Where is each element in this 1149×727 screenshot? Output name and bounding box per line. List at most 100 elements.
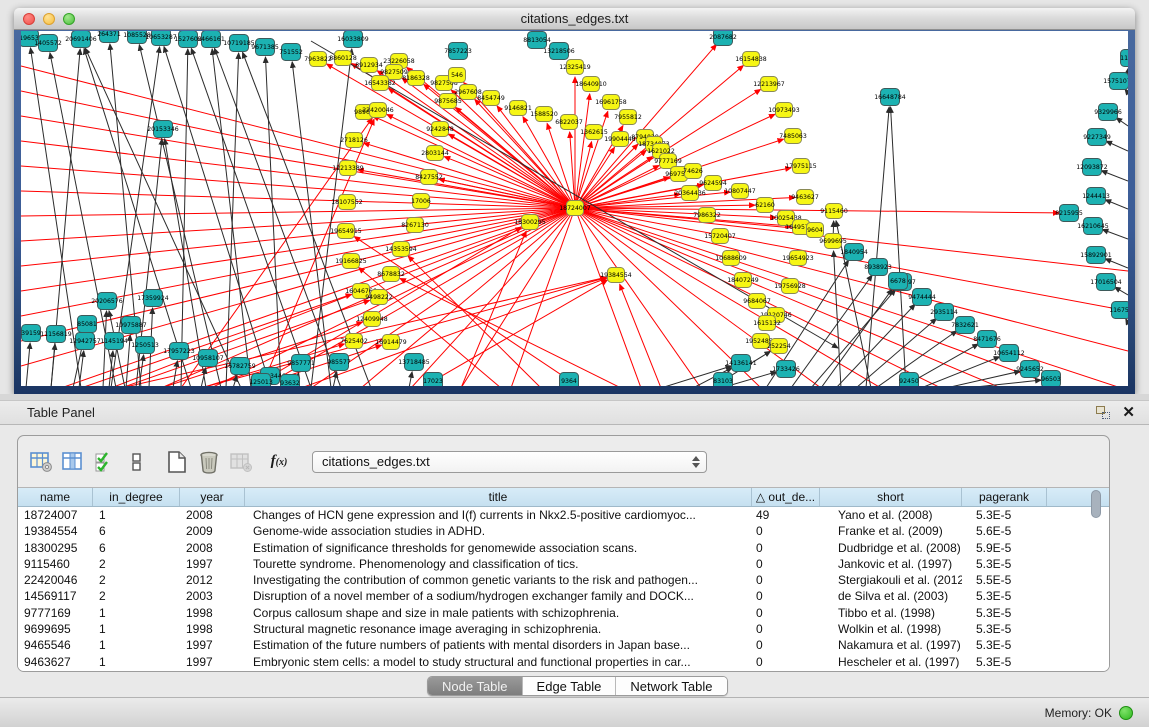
graph-node[interactable]: 39159 <box>21 325 41 342</box>
graph-node[interactable]: 9115460 <box>820 204 848 219</box>
graph-edge[interactable] <box>1101 171 1128 181</box>
graph-node[interactable]: 6678 <box>889 273 908 290</box>
graph-node[interactable]: 20364436 <box>674 186 706 201</box>
graph-node[interactable]: 8215955 <box>1055 205 1083 222</box>
graph-node[interactable]: 9857771 <box>287 355 315 372</box>
graph-node[interactable]: 17006 <box>411 194 431 209</box>
graph-node[interactable]: 11172 <box>1120 50 1128 67</box>
function-builder-icon[interactable]: f(x) <box>266 449 292 475</box>
graph-edge[interactable] <box>575 94 590 208</box>
graph-edge[interactable] <box>575 208 1121 386</box>
graph-node[interactable]: 7485063 <box>779 129 807 144</box>
graph-node[interactable]: 2935114 <box>930 304 958 321</box>
graph-node[interactable]: 17023 <box>423 373 443 387</box>
graph-edge[interactable] <box>575 208 641 386</box>
table-row[interactable]: 946554611997Estimation of the future num… <box>18 637 1109 653</box>
graph-node[interactable]: 7832621 <box>951 317 979 334</box>
graph-node[interactable]: 7625402 <box>340 334 368 349</box>
graph-node[interactable]: 12325419 <box>559 60 591 75</box>
graph-node[interactable]: 9364 <box>560 373 579 387</box>
graph-node[interactable]: 19166825 <box>335 254 367 269</box>
graph-node[interactable]: 985577 <box>327 354 351 371</box>
graph-node[interactable]: 17975115 <box>785 159 817 174</box>
graph-node[interactable]: 16961758 <box>595 95 627 110</box>
graph-node[interactable]: 1250513 <box>131 337 159 354</box>
graph-node[interactable]: 1840954 <box>840 244 868 261</box>
graph-node[interactable]: 7857223 <box>444 43 472 60</box>
graph-node[interactable]: 83103 <box>713 373 733 387</box>
table-selector-dropdown[interactable]: citations_edges.txt <box>312 451 707 473</box>
window-titlebar[interactable]: citations_edges.txt <box>14 8 1135 30</box>
graph-edge[interactable] <box>575 208 1128 271</box>
graph-node[interactable]: 16782759 <box>224 358 256 375</box>
graph-node[interactable]: 252254 <box>767 339 791 354</box>
graph-node[interactable]: 125013 <box>249 374 273 387</box>
column-header-in_degree[interactable]: in_degree <box>93 488 180 506</box>
graph-node[interactable]: 92450 <box>899 373 919 387</box>
table-row[interactable]: 1872400712008Changes of HCN gene express… <box>18 507 1109 523</box>
graph-node[interactable]: 10958107 <box>192 350 224 367</box>
table-row[interactable]: 911546021997Tourette syndrome. Phenomeno… <box>18 556 1109 572</box>
graph-node[interactable]: 12942757 <box>69 333 101 350</box>
graph-node[interactable]: 10653287 <box>145 31 177 46</box>
graph-node[interactable]: 85081 <box>77 316 97 333</box>
graph-node[interactable]: 20691406 <box>65 31 97 48</box>
float-panel-icon[interactable] <box>1096 406 1110 419</box>
graph-edge[interactable] <box>21 208 575 341</box>
column-header-name[interactable]: name <box>18 488 93 506</box>
graph-node[interactable]: 6822037 <box>555 115 583 130</box>
table-row[interactable]: 969969511998Structural magnetic resonanc… <box>18 621 1109 637</box>
graph-node[interactable]: 7955812 <box>614 110 642 125</box>
graph-node[interactable]: 8813054 <box>523 32 551 49</box>
graph-edge[interactable] <box>333 372 337 386</box>
graph-node[interactable]: 2803144 <box>421 146 449 161</box>
graph-node[interactable]: 8912934 <box>355 58 383 73</box>
graph-node[interactable]: 15751074 <box>1103 73 1128 90</box>
graph-node[interactable]: 19384554 <box>600 268 632 283</box>
graph-node[interactable]: 1405572 <box>34 35 62 52</box>
column-header-year[interactable]: year <box>180 488 245 506</box>
table-row[interactable]: 946362711997Embryonic stem cells: a mode… <box>18 654 1109 670</box>
graph-edge[interactable] <box>1126 319 1128 323</box>
table-row[interactable]: 2242004622012Investigating the contribut… <box>18 572 1109 588</box>
column-header-pagerank[interactable]: pagerank <box>962 488 1047 506</box>
graph-edge[interactable] <box>575 208 1059 213</box>
graph-node[interactable]: 13718485 <box>398 354 430 371</box>
graph-node[interactable]: 116753 <box>1109 302 1128 319</box>
graph-node[interactable]: 751552 <box>279 44 303 61</box>
graph-edge[interactable] <box>620 284 661 386</box>
graph-node[interactable]: 2087682 <box>709 31 737 46</box>
graph-node[interactable]: 15892901 <box>1080 247 1112 264</box>
graph-node[interactable]: 6466161 <box>197 31 225 48</box>
close-panel-icon[interactable]: ✕ <box>1122 405 1135 420</box>
graph-node[interactable]: 8938923 <box>864 259 892 276</box>
graph-node[interactable]: 546 <box>449 68 466 83</box>
graph-node[interactable]: 9474444 <box>908 289 936 306</box>
graph-node[interactable]: 18640910 <box>575 77 607 92</box>
graph-node[interactable]: 9604 <box>807 223 824 238</box>
graph-node[interactable]: 1244413 <box>1082 188 1110 205</box>
table-row[interactable]: 1830029562008Estimation of significance … <box>18 540 1109 556</box>
graph-node[interactable]: 17016504 <box>1090 274 1122 291</box>
graph-edge[interactable] <box>1116 118 1128 126</box>
show-columns-icon[interactable] <box>60 449 86 475</box>
graph-node[interactable]: 9463627 <box>791 190 819 205</box>
graph-node[interactable]: 12213967 <box>753 77 785 92</box>
new-document-icon[interactable] <box>164 449 190 475</box>
graph-node[interactable]: 16033809 <box>337 31 369 48</box>
graph-node[interactable]: 10807447 <box>724 184 756 199</box>
graph-edge[interactable] <box>373 116 575 208</box>
graph-node[interactable]: 93632 <box>280 375 300 387</box>
graph-edge[interactable] <box>575 208 1128 351</box>
graph-edge[interactable] <box>1105 200 1128 209</box>
graph-edge[interactable] <box>191 48 311 386</box>
graph-node[interactable]: 11156819 <box>40 326 72 343</box>
graph-node[interactable]: 13218506 <box>543 43 575 60</box>
graph-edge[interactable] <box>570 132 575 208</box>
network-canvas[interactable]: 1965314055722069140626437110855281065328… <box>21 31 1128 386</box>
graph-edge[interactable] <box>21 116 575 208</box>
graph-node[interactable]: 1588520 <box>530 107 558 122</box>
graph-edge[interactable] <box>1102 229 1128 239</box>
graph-edge[interactable] <box>1115 287 1128 295</box>
tab-node-table[interactable]: Node Table <box>428 677 523 695</box>
